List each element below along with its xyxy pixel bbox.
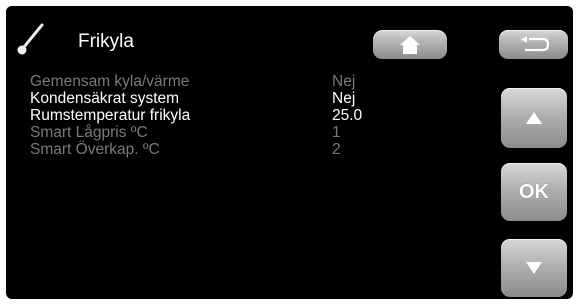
scroll-up-button[interactable] xyxy=(501,88,567,148)
thermometer-icon xyxy=(17,23,44,55)
setting-value: 1 xyxy=(332,124,341,141)
back-button[interactable] xyxy=(499,30,568,59)
ok-label: OK xyxy=(519,180,549,203)
setting-label: Rumstemperatur frikyla xyxy=(30,107,191,124)
list-item[interactable]: Rumstemperatur frikyla 25.0 xyxy=(30,107,390,124)
list-item[interactable]: Smart Lågpris ºC 1 xyxy=(30,124,390,141)
display-screen: Frikyla Gemensam kyla/värme Nej Kondensä… xyxy=(6,6,573,299)
setting-value: Nej xyxy=(332,90,356,107)
setting-label: Kondensäkrat system xyxy=(30,90,180,107)
setting-label: Smart Lågpris ºC xyxy=(30,124,148,141)
back-arrow-icon xyxy=(520,35,549,51)
arrow-down-icon xyxy=(526,262,542,274)
setting-label: Smart Överkap. ºC xyxy=(30,141,160,158)
arrow-up-icon xyxy=(526,112,542,124)
setting-value: Nej xyxy=(332,73,356,90)
setting-value: 2 xyxy=(332,141,341,158)
scroll-down-button[interactable] xyxy=(501,239,567,297)
setting-value: 25.0 xyxy=(332,107,363,124)
list-item[interactable]: Gemensam kyla/värme Nej xyxy=(30,73,390,90)
home-button[interactable] xyxy=(373,30,447,59)
ok-button[interactable]: OK xyxy=(501,163,567,221)
home-icon xyxy=(400,35,420,54)
settings-list: Gemensam kyla/värme Nej Kondensäkrat sys… xyxy=(30,73,390,158)
list-item[interactable]: Kondensäkrat system Nej xyxy=(30,90,390,107)
page-title: Frikyla xyxy=(78,31,134,52)
header-bar: Frikyla xyxy=(6,6,573,68)
list-item[interactable]: Smart Överkap. ºC 2 xyxy=(30,141,390,158)
setting-label: Gemensam kyla/värme xyxy=(30,73,190,90)
